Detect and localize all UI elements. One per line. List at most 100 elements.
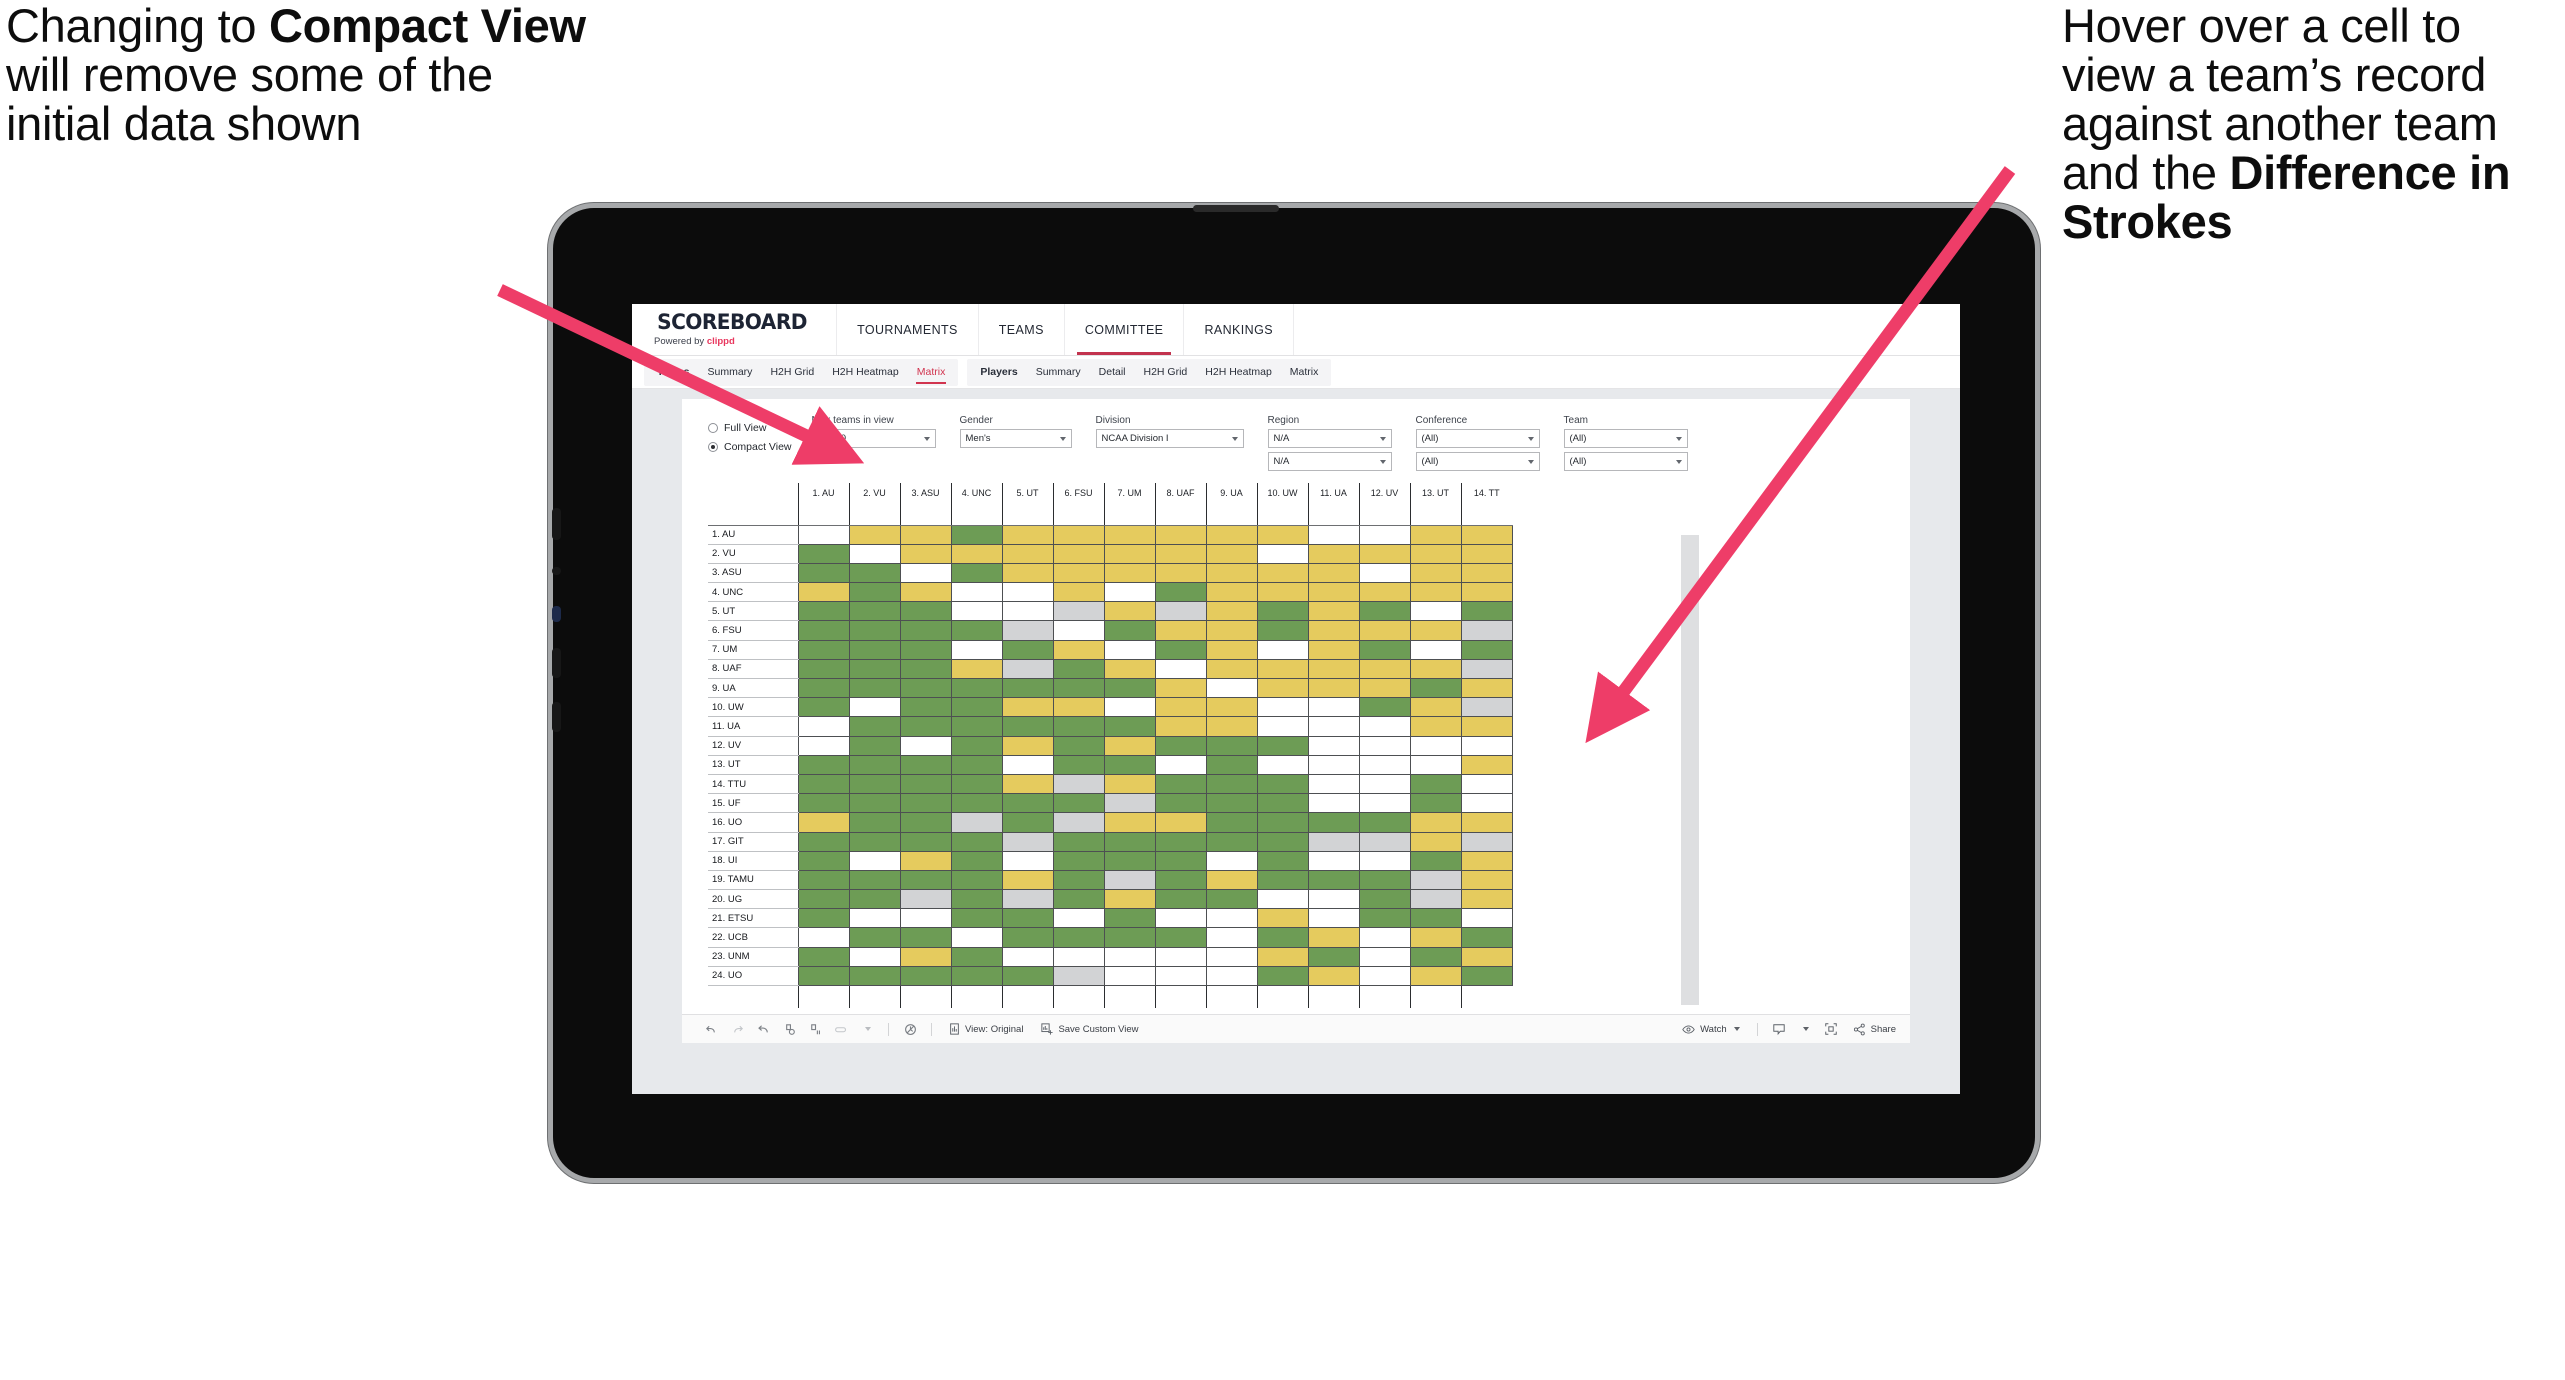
matrix-cell-r22-c9[interactable]	[1205, 927, 1258, 948]
matrix-cell-r19-c9[interactable]	[1205, 869, 1258, 891]
matrix-cell-r4-c9[interactable]	[1205, 582, 1258, 603]
matrix-cell-r3-c3[interactable]	[899, 562, 952, 584]
matrix-cell-r15-c11[interactable]	[1307, 793, 1360, 814]
matrix-cell-r20-c10[interactable]	[1256, 889, 1309, 910]
matrix-cell-r20-c9[interactable]	[1205, 889, 1258, 910]
matrix-cell-r15-c8[interactable]	[1154, 793, 1207, 814]
matrix-cell-r8-c2[interactable]	[848, 658, 901, 680]
matrix-cell-r24-c7[interactable]	[1103, 965, 1156, 987]
matrix-cell-r21-c6[interactable]	[1052, 908, 1105, 929]
matrix-cell-r13-c12[interactable]	[1358, 754, 1411, 775]
matrix-cell-r23-c5[interactable]	[1001, 946, 1054, 967]
matrix-cell-r9-c12[interactable]	[1358, 677, 1411, 699]
matrix-cell-r22-c7[interactable]	[1103, 927, 1156, 948]
matrix-cell-r16-c6[interactable]	[1052, 812, 1105, 833]
matrix-cell-r12-c13[interactable]	[1409, 735, 1462, 756]
fullscreen-icon[interactable]	[1818, 1016, 1844, 1042]
matrix-cell-r5-c9[interactable]	[1205, 601, 1258, 622]
matrix-cell-r14-c3[interactable]	[899, 773, 952, 795]
matrix-cell-r17-c3[interactable]	[899, 831, 952, 852]
matrix-cell-r6-c7[interactable]	[1103, 620, 1156, 641]
nav-item-tournaments[interactable]: TOURNAMENTS	[837, 304, 979, 355]
matrix-cell-r23-c10[interactable]	[1256, 946, 1309, 967]
matrix-cell-r1-c11[interactable]	[1307, 524, 1360, 545]
matrix-cell-r12-c6[interactable]	[1052, 735, 1105, 756]
radio-compact-view[interactable]: Compact View	[708, 438, 792, 455]
matrix-cell-r2-c1[interactable]	[797, 543, 850, 564]
matrix-cell-r10-c9[interactable]	[1205, 697, 1258, 718]
matrix-cell-r18-c10[interactable]	[1256, 850, 1309, 871]
matrix-cell-r10-c5[interactable]	[1001, 697, 1054, 718]
matrix-cell-r1-c6[interactable]	[1052, 524, 1105, 545]
matrix-cell-r20-c13[interactable]	[1409, 889, 1462, 910]
matrix-cell-r9-c9[interactable]	[1205, 677, 1258, 699]
matrix-cell-r7-c3[interactable]	[899, 639, 952, 660]
matrix-cell-r19-c7[interactable]	[1103, 869, 1156, 891]
matrix-cell-r24-c2[interactable]	[848, 965, 901, 987]
matrix-cell-r21-c2[interactable]	[848, 908, 901, 929]
filter-gender-select[interactable]: Men's	[959, 429, 1072, 448]
matrix-cell-r14-c4[interactable]	[950, 773, 1003, 795]
matrix-cell-r1-c12[interactable]	[1358, 524, 1411, 545]
matrix-cell-r8-c4[interactable]	[950, 658, 1003, 680]
matrix-cell-r2-c3[interactable]	[899, 543, 952, 564]
matrix-cell-r22-c10[interactable]	[1256, 927, 1309, 948]
subnav-teams-h2h-heatmap[interactable]: H2H Heatmap	[823, 359, 908, 386]
matrix-cell-r17-c14[interactable]	[1460, 831, 1513, 852]
matrix-row-header-24[interactable]: 24. UO	[708, 966, 798, 987]
matrix-cell-r13-c2[interactable]	[848, 754, 901, 775]
matrix-cell-r16-c1[interactable]	[797, 812, 850, 833]
matrix-cell-r1-c14[interactable]	[1460, 524, 1513, 545]
matrix-cell-r15-c1[interactable]	[797, 793, 850, 814]
matrix-row-header-21[interactable]: 21. ETSU	[708, 908, 798, 929]
matrix-cell-r10-c4[interactable]	[950, 697, 1003, 718]
matrix-cell-r22-c13[interactable]	[1409, 927, 1462, 948]
matrix-cell-r4-c14[interactable]	[1460, 582, 1513, 603]
matrix-row-header-11[interactable]: 11. UA	[708, 716, 798, 737]
matrix-cell-r1-c7[interactable]	[1103, 524, 1156, 545]
matrix-cell-r23-c12[interactable]	[1358, 946, 1411, 967]
matrix-cell-r20-c1[interactable]	[797, 889, 850, 910]
matrix-cell-r5-c12[interactable]	[1358, 601, 1411, 622]
matrix-cell-r1-c1[interactable]	[797, 524, 850, 545]
matrix-cell-r17-c10[interactable]	[1256, 831, 1309, 852]
matrix-cell-r1-c9[interactable]	[1205, 524, 1258, 545]
matrix-cell-r17-c5[interactable]	[1001, 831, 1054, 852]
matrix-cell-r8-c8[interactable]	[1154, 658, 1207, 680]
matrix-col-header-4[interactable]: 4. UNC	[950, 483, 1002, 526]
subnav-players-summary[interactable]: Summary	[1027, 359, 1090, 386]
matrix-col-header-12[interactable]: 12. UV	[1358, 483, 1410, 526]
matrix-col-header-3[interactable]: 3. ASU	[899, 483, 951, 526]
matrix-cell-r21-c1[interactable]	[797, 908, 850, 929]
matrix-cell-r8-c9[interactable]	[1205, 658, 1258, 680]
matrix-cell-r20-c2[interactable]	[848, 889, 901, 910]
matrix-cell-r24-c10[interactable]	[1256, 965, 1309, 987]
matrix-cell-r23-c7[interactable]	[1103, 946, 1156, 967]
matrix-cell-r3-c7[interactable]	[1103, 562, 1156, 584]
matrix-cell-r15-c13[interactable]	[1409, 793, 1462, 814]
matrix-cell-r11-c3[interactable]	[899, 716, 952, 737]
matrix-cell-r12-c14[interactable]	[1460, 735, 1513, 756]
matrix-row-header-16[interactable]: 16. UO	[708, 812, 798, 833]
matrix-cell-r13-c10[interactable]	[1256, 754, 1309, 775]
matrix-cell-r14-c5[interactable]	[1001, 773, 1054, 795]
subnav-players-h2h-heatmap[interactable]: H2H Heatmap	[1196, 359, 1281, 386]
matrix-cell-r4-c11[interactable]	[1307, 582, 1360, 603]
matrix-cell-r20-c14[interactable]	[1460, 889, 1513, 910]
matrix-cell-r24-c1[interactable]	[797, 965, 850, 987]
filter-team-select-1[interactable]: (All)	[1563, 429, 1688, 448]
matrix-cell-r11-c4[interactable]	[950, 716, 1003, 737]
matrix-cell-r2-c5[interactable]	[1001, 543, 1054, 564]
matrix-cell-r2-c8[interactable]	[1154, 543, 1207, 564]
matrix-row-header-12[interactable]: 12. UV	[708, 736, 798, 756]
matrix-cell-r23-c3[interactable]	[899, 946, 952, 967]
matrix-col-header-2[interactable]: 2. VU	[848, 483, 900, 526]
matrix-cell-r21-c14[interactable]	[1460, 908, 1513, 929]
matrix-cell-r7-c6[interactable]	[1052, 639, 1105, 660]
matrix-cell-r24-c6[interactable]	[1052, 965, 1105, 987]
matrix-cell-r9-c3[interactable]	[899, 677, 952, 699]
matrix-row-header-15[interactable]: 15. UF	[708, 793, 798, 814]
matrix-cell-r10-c7[interactable]	[1103, 697, 1156, 718]
matrix-cell-r15-c10[interactable]	[1256, 793, 1309, 814]
matrix-cell-r11-c12[interactable]	[1358, 716, 1411, 737]
